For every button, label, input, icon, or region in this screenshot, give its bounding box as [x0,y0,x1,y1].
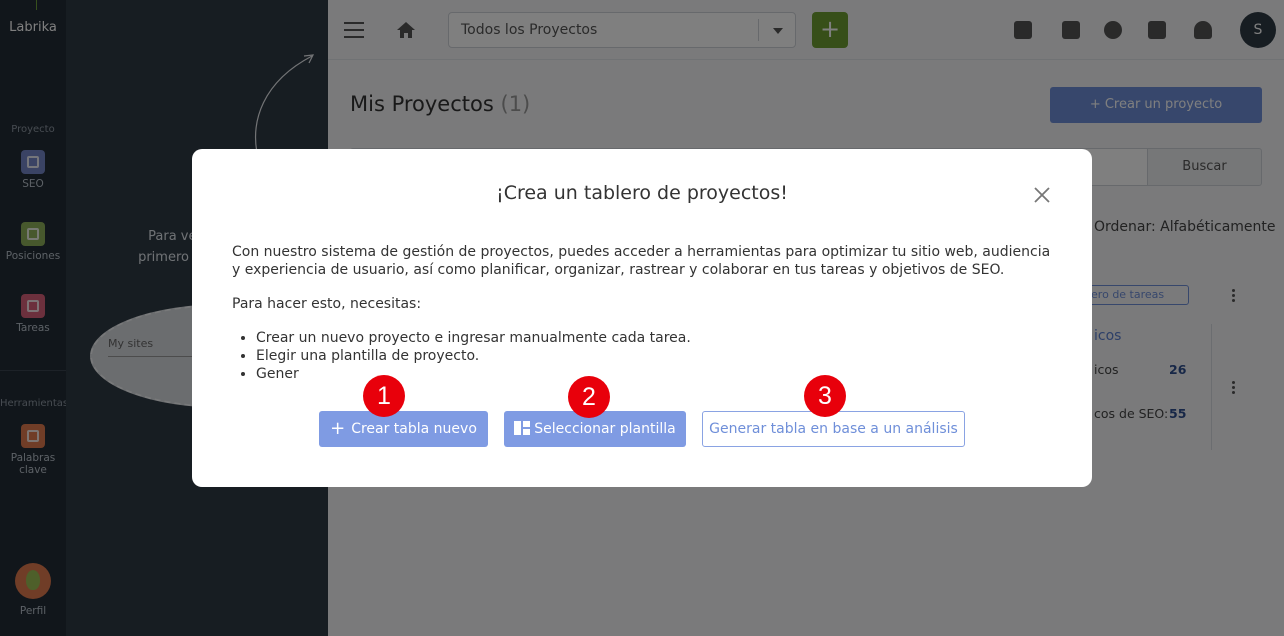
list-item: Elegir una plantilla de proyecto. [256,347,1052,365]
modal-title: ¡Crea un tablero de proyectos! [496,182,788,204]
modal-intro: Con nuestro sistema de gestión de proyec… [232,244,1051,278]
list-item: Crear un nuevo proyecto e ingresar manua… [256,329,1052,347]
step-badge: 2 [568,376,610,418]
modal-need: Para hacer esto, necesitas: [232,296,422,312]
step-badge: 1 [363,375,405,417]
create-new-board-button[interactable]: + Crear tabla nuevo [319,411,488,447]
button-label: Crear tabla nuevo [351,421,477,437]
options-list: Crear un nuevo proyecto e ingresar manua… [232,329,1052,383]
button-label: Seleccionar plantilla [534,421,676,437]
plus-icon: + [330,418,346,439]
generate-from-analysis-button[interactable]: Generar tabla en base a un análisis [702,411,965,447]
close-icon[interactable] [1030,183,1054,207]
modal-body: Con nuestro sistema de gestión de proyec… [232,243,1052,383]
step-badge: 3 [804,375,846,417]
template-icon [514,421,531,435]
create-board-modal: ¡Crea un tablero de proyectos! Con nuest… [192,149,1092,487]
